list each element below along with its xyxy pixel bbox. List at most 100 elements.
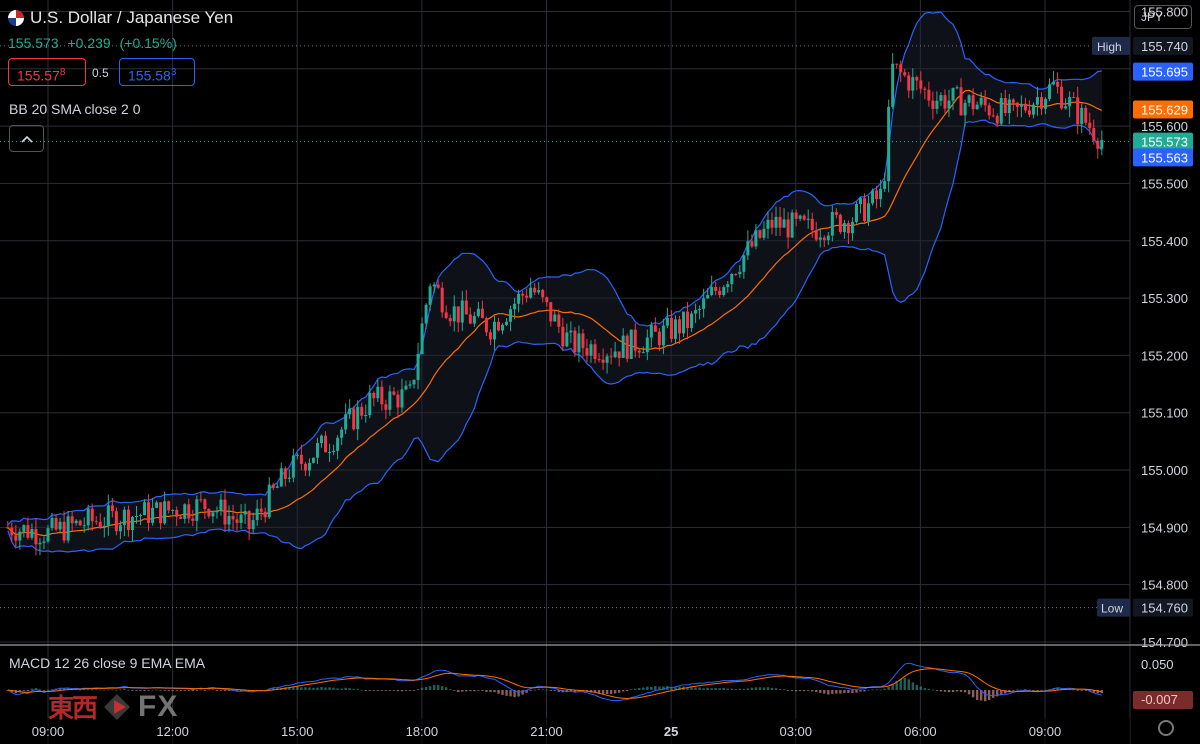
candle-body: [26, 525, 30, 538]
candle-body: [983, 97, 987, 106]
macd-histogram-bar: [449, 689, 452, 690]
bollinger-legend[interactable]: BB 20 SMA close 2 0: [9, 101, 141, 117]
candle-body: [682, 311, 686, 334]
x-tick-label-2: 15:00: [281, 724, 314, 739]
price-chart[interactable]: 155.800155.600155.500155.400155.300155.2…: [0, 0, 1200, 744]
candle-body: [324, 435, 328, 453]
candle-body: [509, 309, 513, 322]
candle-body: [130, 517, 134, 531]
bid-pip: 8: [59, 67, 66, 78]
macd-histogram-bar: [392, 690, 396, 691]
macd-histogram-bar: [420, 687, 424, 690]
macd-histogram-bar: [951, 690, 955, 693]
candle-body: [38, 542, 42, 545]
candle-body: [90, 508, 94, 522]
candle-body: [307, 462, 311, 471]
candle-body: [14, 535, 18, 541]
candle-body: [46, 528, 50, 542]
macd-histogram-bar: [807, 690, 810, 691]
candle-body: [943, 95, 947, 109]
candle-body: [376, 386, 380, 399]
candle-body: [126, 509, 130, 531]
candle-body: [476, 308, 480, 317]
candle-body: [114, 511, 118, 532]
macd-histogram-bar: [770, 687, 774, 690]
candle-body: [754, 230, 758, 247]
candle-body: [110, 505, 114, 512]
candle-body: [694, 310, 698, 314]
macd-histogram-bar: [352, 688, 355, 690]
macd-histogram-bar: [855, 690, 858, 693]
candle-body: [927, 89, 931, 101]
macd-histogram-bar: [501, 690, 504, 695]
macd-histogram-bar: [22, 690, 26, 691]
macd-histogram-bar: [199, 689, 203, 691]
candle-body: [247, 511, 251, 530]
candle-body: [718, 290, 722, 295]
candle-body: [259, 508, 263, 512]
candle-body: [541, 290, 545, 298]
macd-histogram-bar: [742, 688, 746, 690]
candle-body: [903, 72, 907, 76]
sell-button[interactable]: 155.578: [8, 58, 86, 86]
macd-histogram-bar: [798, 690, 802, 692]
candle-body: [203, 499, 207, 510]
macd-histogram-bar: [533, 689, 536, 691]
candle-body: [360, 406, 364, 416]
candle-body: [392, 391, 396, 395]
candle-body: [605, 356, 609, 363]
buy-button[interactable]: 155.583: [119, 58, 195, 86]
candle-body: [557, 314, 561, 327]
macd-histogram-bar: [766, 687, 770, 690]
candle-body: [255, 508, 259, 521]
candle-body: [746, 241, 750, 256]
candle-body: [424, 304, 428, 324]
candle-body: [98, 521, 102, 528]
candle-body: [484, 318, 488, 333]
candle-body: [770, 219, 774, 228]
macd-histogram-bar: [617, 690, 621, 693]
macd-histogram-bar: [469, 690, 472, 692]
macd-histogram-bar: [875, 689, 878, 691]
macd-histogram-bar: [790, 690, 794, 691]
candle-body: [18, 531, 22, 541]
candle-body: [991, 115, 995, 117]
candle-body: [999, 98, 1003, 124]
candle-body: [199, 499, 203, 501]
candle-body: [82, 525, 86, 527]
macd-histogram-bar: [521, 690, 524, 695]
bb-lower-marker-text: 155.563: [1141, 150, 1188, 165]
candle-body: [987, 105, 991, 116]
candle-body: [794, 212, 798, 219]
macd-histogram-bar: [529, 690, 532, 691]
last-price: 155.573: [8, 35, 59, 51]
macd-legend[interactable]: MACD 12 26 close 9 EMA EMA: [9, 655, 205, 671]
candle-body: [1064, 106, 1068, 109]
candle-body: [239, 514, 243, 523]
settings-gear-icon[interactable]: [1158, 720, 1174, 736]
macd-histogram-bar: [300, 687, 303, 690]
candle-body: [102, 525, 106, 528]
candle-body: [669, 317, 673, 339]
macd-histogram-bar: [939, 690, 943, 692]
macd-histogram-bar: [794, 690, 798, 692]
macd-histogram-bar: [344, 687, 347, 690]
collapse-legend-button[interactable]: [9, 125, 44, 152]
candle-body: [195, 499, 199, 521]
watermark-logo: 東西 FX: [48, 688, 178, 725]
candle-body: [1076, 97, 1080, 125]
macd-histogram-bar: [963, 690, 967, 693]
candle-body: [384, 404, 388, 410]
candle-body: [480, 308, 484, 319]
macd-histogram-bar: [404, 690, 408, 691]
last-price-text: 155.573: [1141, 135, 1188, 150]
candle-body: [295, 454, 299, 456]
candle-body: [577, 333, 581, 353]
macd-histogram-bar: [481, 690, 484, 691]
candle-body: [279, 468, 283, 487]
macd-histogram-bar: [919, 686, 923, 690]
currency-button[interactable]: JPY: [1134, 5, 1192, 29]
macd-histogram-bar: [630, 689, 633, 691]
candle-body: [702, 298, 706, 309]
candle-body: [786, 219, 790, 238]
